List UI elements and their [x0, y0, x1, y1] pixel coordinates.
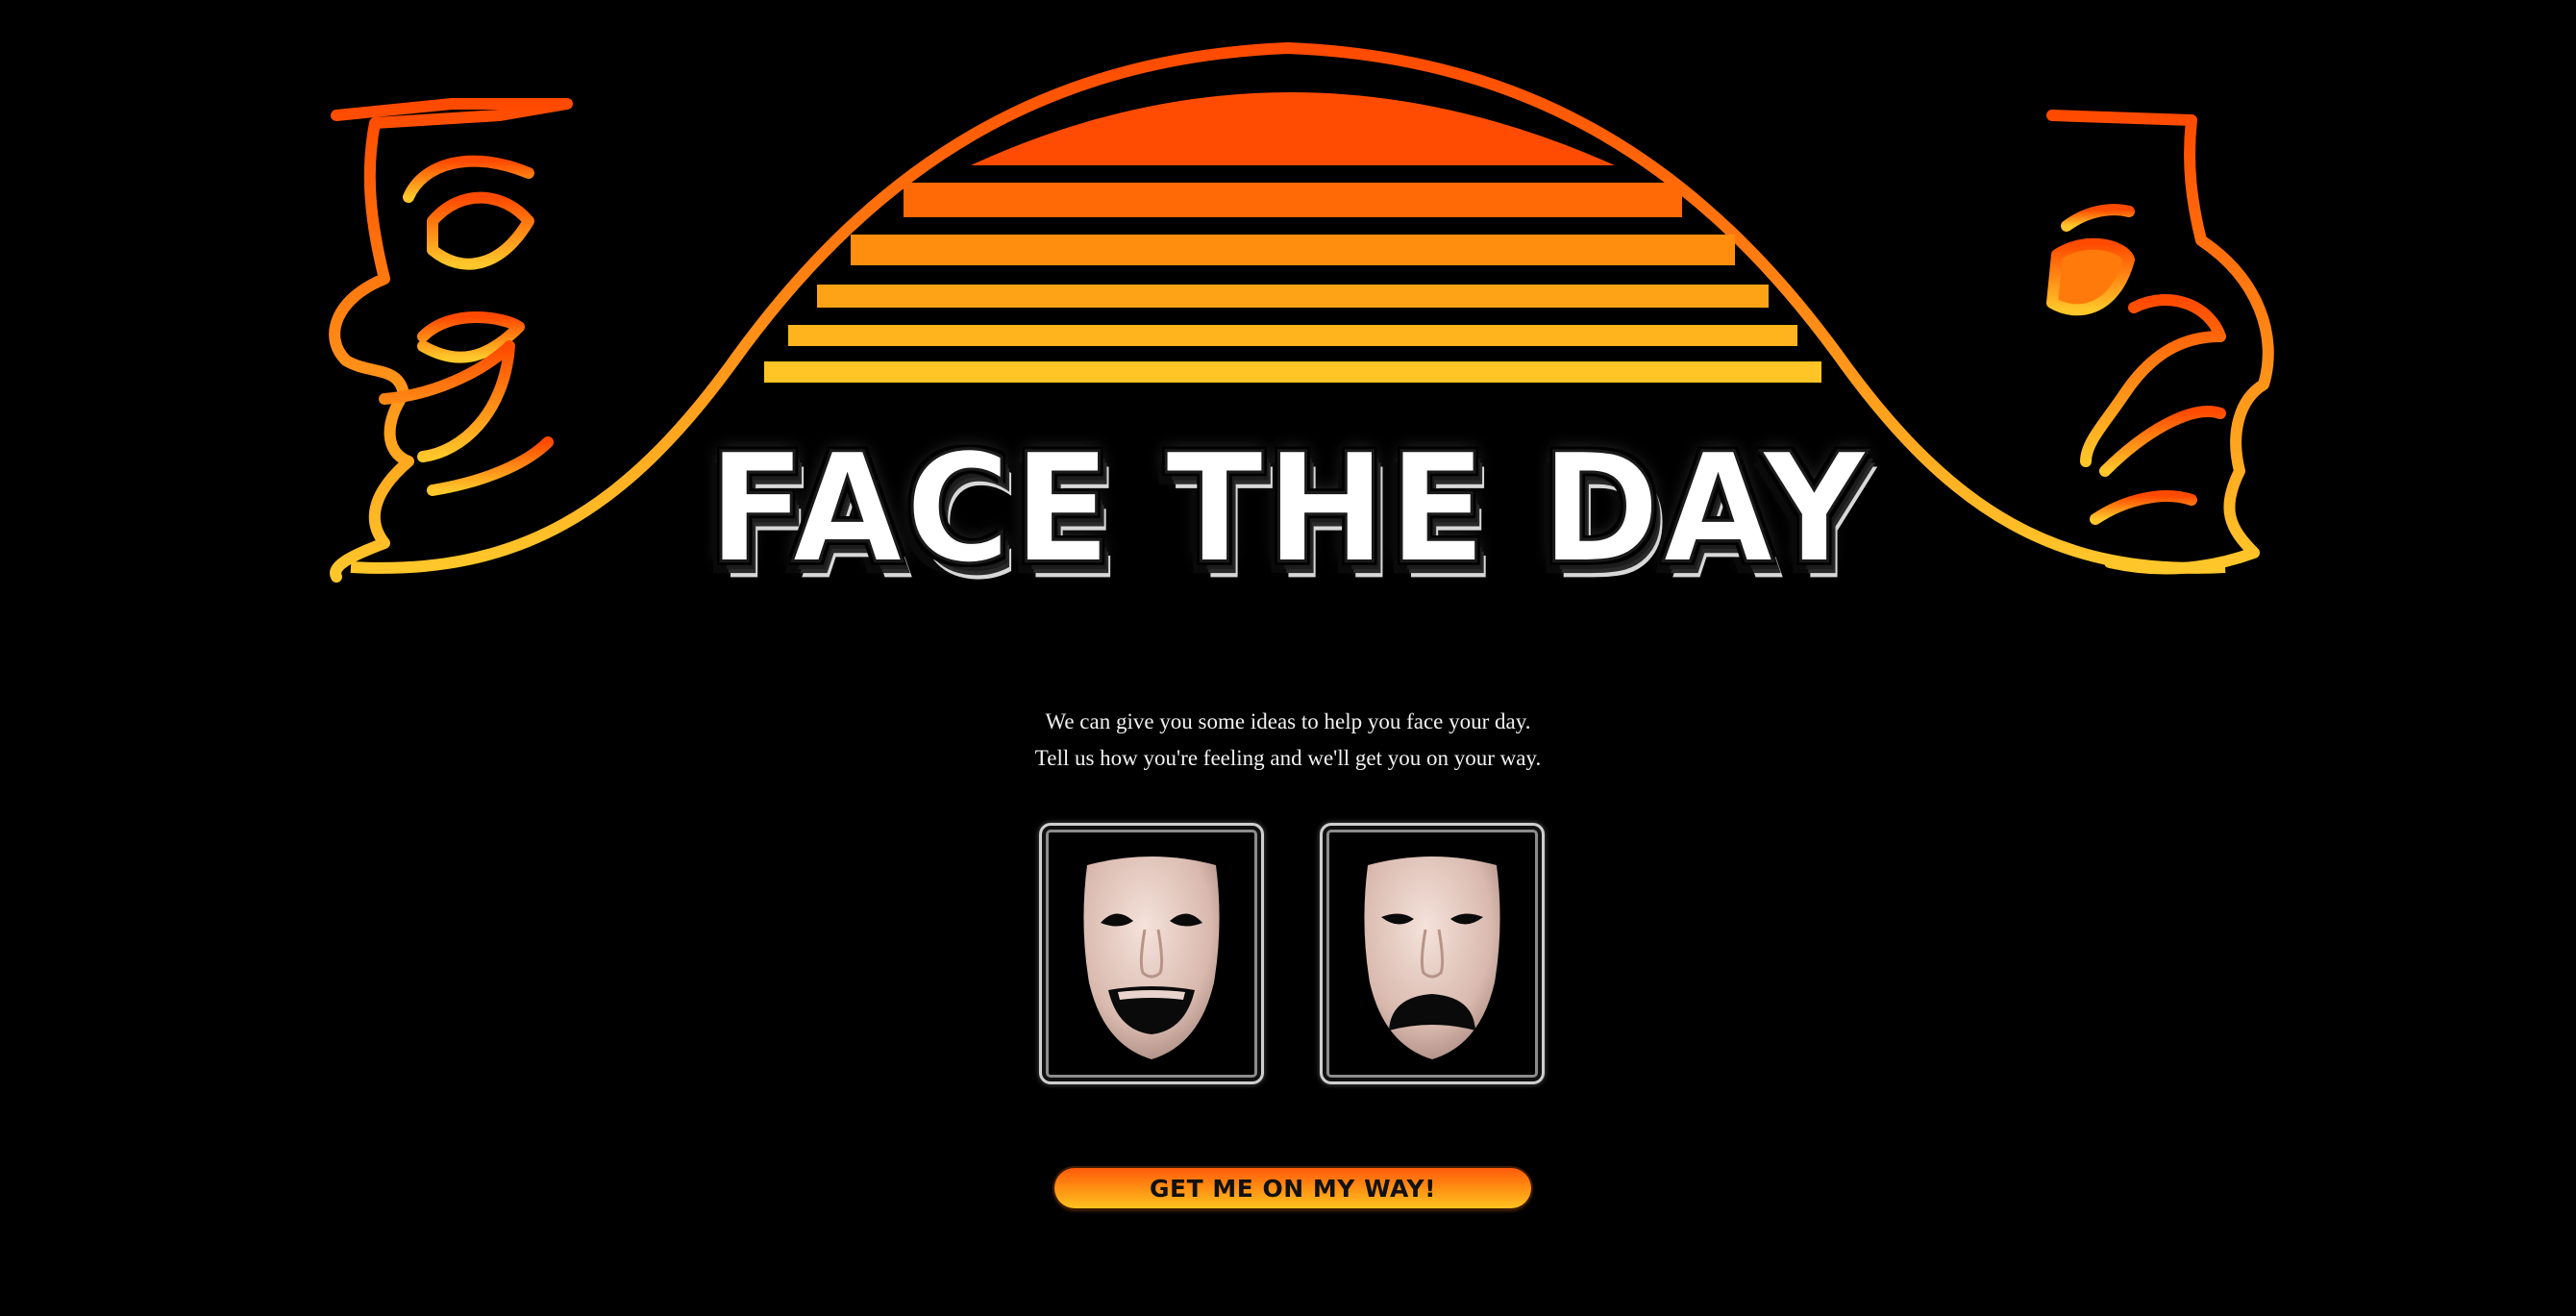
intro-line-2: Tell us how you're feeling and we'll get… — [1034, 746, 1542, 770]
sunset-stripes-icon — [764, 92, 1821, 383]
mood-sad-button[interactable] — [1320, 823, 1545, 1084]
tragedy-mask-icon — [1364, 857, 1500, 1059]
hero-title-wrap: FACE THE DAY — [690, 420, 1886, 599]
cta-label: GET ME ON MY WAY! — [1150, 1174, 1436, 1203]
comedy-mask-outline-icon — [329, 98, 573, 583]
intro-text: We can give you some ideas to help you f… — [904, 704, 1672, 777]
hero-logo: FACE THE DAY — [279, 19, 2297, 606]
page: FACE THE DAY We can give you some ideas … — [0, 0, 2576, 1316]
intro-line-1: We can give you some ideas to help you f… — [1045, 709, 1531, 733]
hero-title: FACE THE DAY — [706, 420, 1869, 599]
mood-happy-button[interactable] — [1039, 823, 1264, 1084]
tragedy-mask-outline-icon — [2046, 110, 2274, 575]
get-me-on-my-way-button[interactable]: GET ME ON MY WAY! — [1054, 1168, 1531, 1208]
comedy-mask-icon — [1083, 857, 1220, 1059]
